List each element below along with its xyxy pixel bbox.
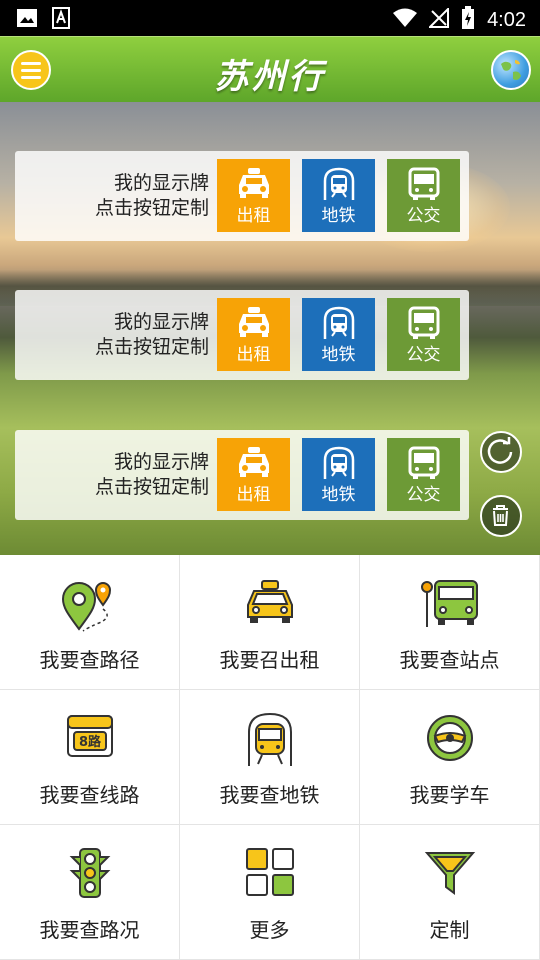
taxi-icon — [239, 307, 269, 337]
taxi-button[interactable]: 出租 — [217, 438, 290, 511]
bus-button[interactable]: 公交 — [387, 298, 460, 371]
card-text[interactable]: 我的显示牌 点击按钮定制 — [95, 310, 209, 360]
card-subtitle: 点击按钮定制 — [94, 476, 209, 498]
bus-button[interactable]: 公交 — [387, 438, 460, 511]
display-card-2: 我的显示牌 点击按钮定制 出租 地铁 公交 — [15, 290, 469, 380]
grid-item-line[interactable]: 8路 我要查线路 — [0, 690, 180, 825]
image-notification-icon — [16, 7, 38, 33]
feature-grid: 我要查路径 我要召出租 我要查站点 8路 我要查线路 我要查地铁 我要学车 我要… — [0, 555, 540, 960]
grid-item-label: 我要查路径 — [39, 648, 140, 672]
delete-button[interactable] — [480, 495, 522, 537]
bus-label: 公交 — [406, 485, 441, 505]
display-card-1: 我的显示牌 点击按钮定制 出租 地铁 公交 — [15, 151, 469, 241]
trash-icon — [493, 505, 508, 526]
grid-item-label: 定制 — [429, 918, 470, 942]
refresh-button[interactable] — [480, 431, 522, 473]
card-title: 我的显示牌 — [113, 311, 209, 333]
metro-button[interactable]: 地铁 — [302, 438, 375, 511]
bus-label: 公交 — [406, 206, 441, 226]
app-header: 苏州行 — [0, 36, 540, 102]
clock-time: 4:02 — [487, 8, 526, 31]
bus-label: 公交 — [406, 345, 441, 365]
bus-icon — [408, 306, 440, 339]
bus-stop-icon — [360, 577, 539, 633]
battery-charging-icon — [461, 6, 475, 34]
route-pin-icon — [0, 577, 179, 633]
card-title: 我的显示牌 — [113, 172, 209, 194]
taxi-icon — [180, 577, 359, 633]
metro-button[interactable]: 地铁 — [302, 298, 375, 371]
card-subtitle: 点击按钮定制 — [94, 336, 209, 358]
taxi-label: 出租 — [236, 206, 271, 226]
grid-item-label: 我要学车 — [409, 783, 490, 807]
card-text[interactable]: 我的显示牌 点击按钮定制 — [95, 450, 209, 500]
globe-button[interactable] — [491, 50, 531, 90]
grid-item-driving[interactable]: 我要学车 — [360, 690, 540, 825]
traffic-light-icon — [0, 847, 179, 903]
steering-wheel-icon — [360, 712, 539, 768]
metro-train-icon — [180, 712, 359, 768]
refresh-icon — [487, 437, 513, 464]
taxi-label: 出租 — [236, 345, 271, 365]
taxi-icon — [239, 447, 269, 477]
more-grid-icon — [180, 847, 359, 903]
grid-item-label: 我要查地铁 — [219, 783, 320, 807]
bus-icon — [408, 167, 440, 200]
app-title: 苏州行 — [214, 57, 326, 97]
grid-item-label: 我要召出租 — [219, 648, 320, 672]
taxi-label: 出租 — [236, 485, 271, 505]
grid-item-label: 我要查路况 — [39, 918, 140, 942]
taxi-button[interactable]: 出租 — [217, 298, 290, 371]
card-title: 我的显示牌 — [113, 451, 209, 473]
grid-item-more[interactable]: 更多 — [180, 825, 360, 960]
grid-item-station[interactable]: 我要查站点 — [360, 555, 540, 690]
wifi-icon — [393, 8, 418, 32]
grid-item-label: 我要查线路 — [39, 783, 140, 807]
bus-line-8-icon: 8路 — [0, 712, 179, 768]
grid-item-label: 更多 — [249, 918, 290, 942]
grid-item-custom[interactable]: 定制 — [360, 825, 540, 960]
metro-label: 地铁 — [321, 485, 356, 505]
grid-item-traffic[interactable]: 我要查路况 — [0, 825, 180, 960]
status-bar: 4:02 — [0, 0, 540, 36]
taxi-icon — [239, 168, 269, 198]
display-card-3: 我的显示牌 点击按钮定制 出租 地铁 公交 — [15, 430, 469, 520]
grid-item-metro[interactable]: 我要查地铁 — [180, 690, 360, 825]
bus-icon — [408, 446, 440, 479]
metro-icon — [323, 446, 355, 479]
bus-button[interactable]: 公交 — [387, 159, 460, 232]
no-signal-icon — [427, 6, 450, 32]
globe-icon — [501, 60, 521, 80]
grid-item-route[interactable]: 我要查路径 — [0, 555, 180, 690]
metro-label: 地铁 — [321, 206, 356, 226]
grid-item-taxi[interactable]: 我要召出租 — [180, 555, 360, 690]
grid-item-label: 我要查站点 — [399, 648, 500, 672]
metro-icon — [323, 167, 355, 200]
bus-line-badge: 8路 — [78, 734, 101, 750]
filter-funnel-icon — [360, 847, 539, 903]
metro-icon — [323, 306, 355, 339]
card-text[interactable]: 我的显示牌 点击按钮定制 — [95, 171, 209, 221]
font-notification-icon — [52, 7, 70, 33]
taxi-button[interactable]: 出租 — [217, 159, 290, 232]
metro-button[interactable]: 地铁 — [302, 159, 375, 232]
metro-label: 地铁 — [321, 345, 356, 365]
card-subtitle: 点击按钮定制 — [94, 197, 209, 219]
